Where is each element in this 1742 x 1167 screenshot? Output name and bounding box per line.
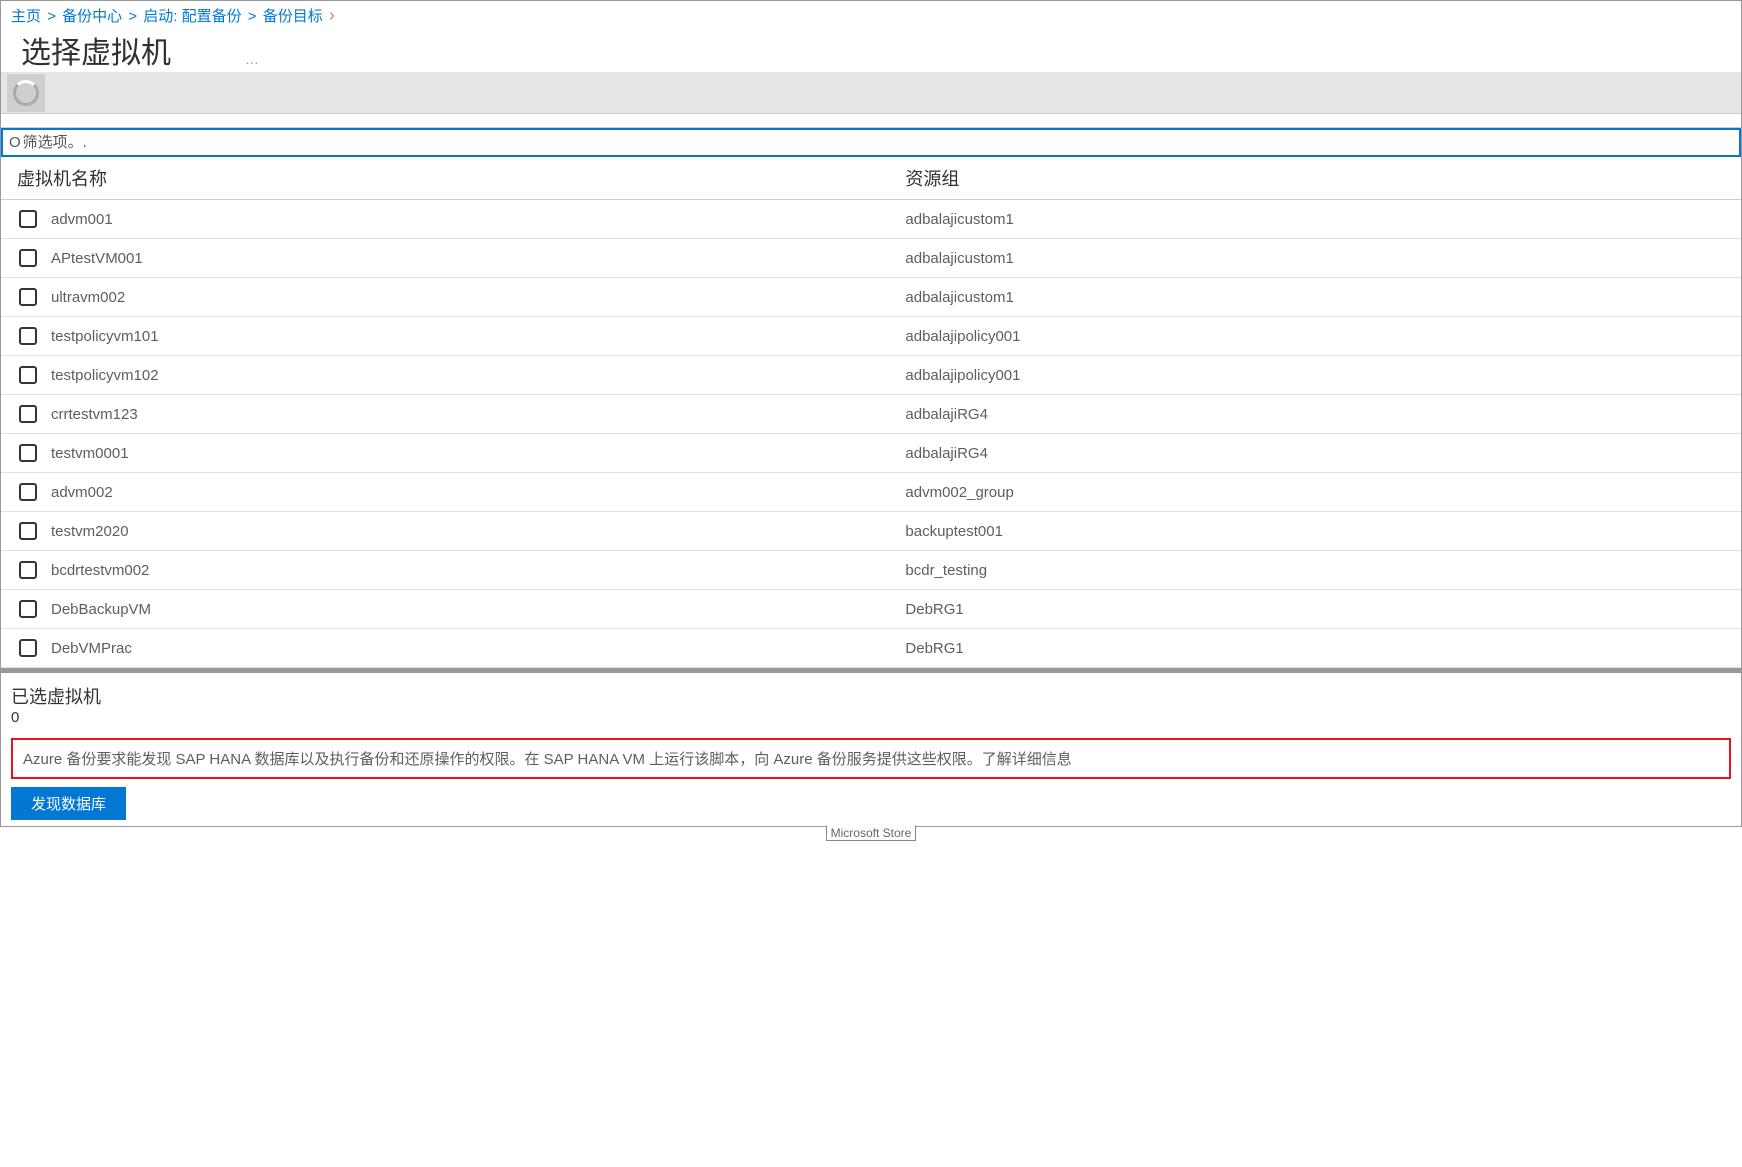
vm-name-cell: testpolicyvm101 <box>51 328 905 345</box>
vm-rg-cell: adbalajiRG4 <box>905 445 1731 462</box>
page-title: 选择虚拟机 <box>1 37 181 78</box>
vm-checkbox[interactable] <box>19 561 37 579</box>
spacer <box>1 114 1741 128</box>
vm-name-cell: bcdrtestvm002 <box>51 562 905 579</box>
vm-name-cell: advm001 <box>51 211 905 228</box>
vm-checkbox[interactable] <box>19 405 37 423</box>
vm-name-cell: testpolicyvm102 <box>51 367 905 384</box>
vm-rg-cell: DebRG1 <box>905 601 1731 618</box>
table-row[interactable]: testvm2020backuptest001 <box>1 512 1741 551</box>
table-row[interactable]: DebBackupVMDebRG1 <box>1 590 1741 629</box>
search-icon: O <box>9 134 21 151</box>
loading-spinner-icon <box>13 80 39 106</box>
vm-name-cell: advm002 <box>51 484 905 501</box>
vm-rg-cell: adbalajipolicy001 <box>905 367 1731 384</box>
vm-checkbox[interactable] <box>19 600 37 618</box>
vm-rg-cell: adbalajicustom1 <box>905 289 1731 306</box>
column-resource-group: 资源组 <box>905 165 1731 191</box>
vm-rg-cell: bcdr_testing <box>905 562 1731 579</box>
page-subtitle: … <box>245 51 261 67</box>
table-row[interactable]: DebVMPracDebRG1 <box>1 629 1741 668</box>
vm-checkbox[interactable] <box>19 522 37 540</box>
chevron-right-icon: > <box>248 8 257 25</box>
table-row[interactable]: ultravm002adbalajicustom1 <box>1 278 1741 317</box>
vm-checkbox[interactable] <box>19 327 37 345</box>
breadcrumb: 主页 > 备份中心 > 启动: 配置备份 > 备份目标 › <box>1 1 1741 28</box>
vm-name-cell: DebBackupVM <box>51 601 905 618</box>
vm-rg-cell: adbalajicustom1 <box>905 250 1731 267</box>
table-row[interactable]: APtestVM001adbalajicustom1 <box>1 239 1741 278</box>
vm-name-cell: DebVMPrac <box>51 640 905 657</box>
table-row[interactable]: bcdrtestvm002bcdr_testing <box>1 551 1741 590</box>
breadcrumb-backup-target[interactable]: 备份目标 <box>263 8 323 25</box>
chevron-right-icon: > <box>47 8 56 25</box>
vm-name-cell: crrtestvm123 <box>51 406 905 423</box>
chevron-right-icon: > <box>128 8 137 25</box>
column-vm-name: 虚拟机名称 <box>11 165 905 191</box>
breadcrumb-home[interactable]: 主页 <box>11 8 41 25</box>
vm-rg-cell: adbalajipolicy001 <box>905 328 1731 345</box>
vm-name-cell: APtestVM001 <box>51 250 905 267</box>
chevron-right-icon: › <box>329 5 335 25</box>
vm-name-cell: testvm2020 <box>51 523 905 540</box>
vm-rg-cell: advm002_group <box>905 484 1731 501</box>
vm-name-cell: testvm0001 <box>51 445 905 462</box>
table-row[interactable]: testpolicyvm101adbalajipolicy001 <box>1 317 1741 356</box>
vm-name-cell: ultravm002 <box>51 289 905 306</box>
discover-db-button[interactable]: 发现数据库 <box>11 787 126 820</box>
table-row[interactable]: advm002advm002_group <box>1 473 1741 512</box>
selected-vm-count: 0 <box>11 709 1731 726</box>
vm-checkbox[interactable] <box>19 366 37 384</box>
table-row[interactable]: crrtestvm123adbalajiRG4 <box>1 395 1741 434</box>
action-row: 发现数据库 <box>1 787 1741 826</box>
loading-bar <box>1 72 1741 114</box>
filter-input[interactable] <box>23 134 1733 151</box>
vm-checkbox[interactable] <box>19 210 37 228</box>
vm-checkbox[interactable] <box>19 483 37 501</box>
selected-section: 已选虚拟机 0 <box>1 673 1741 732</box>
table-row[interactable]: testvm0001adbalajiRG4 <box>1 434 1741 473</box>
info-box: Azure 备份要求能发现 SAP HANA 数据库以及执行备份和还原操作的权限… <box>11 738 1731 779</box>
table-header: 虚拟机名称 资源组 <box>1 157 1741 200</box>
vm-rg-cell: adbalajicustom1 <box>905 211 1731 228</box>
vm-rg-cell: adbalajiRG4 <box>905 406 1731 423</box>
filter-row[interactable]: O <box>1 128 1741 157</box>
vm-checkbox[interactable] <box>19 444 37 462</box>
spinner-container <box>7 74 45 112</box>
table-row[interactable]: advm001adbalajicustom1 <box>1 200 1741 239</box>
vm-checkbox[interactable] <box>19 288 37 306</box>
vm-checkbox[interactable] <box>19 249 37 267</box>
vm-rg-cell: backuptest001 <box>905 523 1731 540</box>
vm-list: advm001adbalajicustom1APtestVM001adbalaj… <box>1 200 1741 668</box>
selected-vm-title: 已选虚拟机 <box>11 683 1731 709</box>
breadcrumb-backup-center[interactable]: 备份中心 <box>62 8 122 25</box>
footer-tag: Microsoft Store <box>826 825 917 841</box>
table-row[interactable]: testpolicyvm102adbalajipolicy001 <box>1 356 1741 395</box>
vm-rg-cell: DebRG1 <box>905 640 1731 657</box>
breadcrumb-start-configure-backup[interactable]: 启动: 配置备份 <box>143 8 241 25</box>
vm-checkbox[interactable] <box>19 639 37 657</box>
